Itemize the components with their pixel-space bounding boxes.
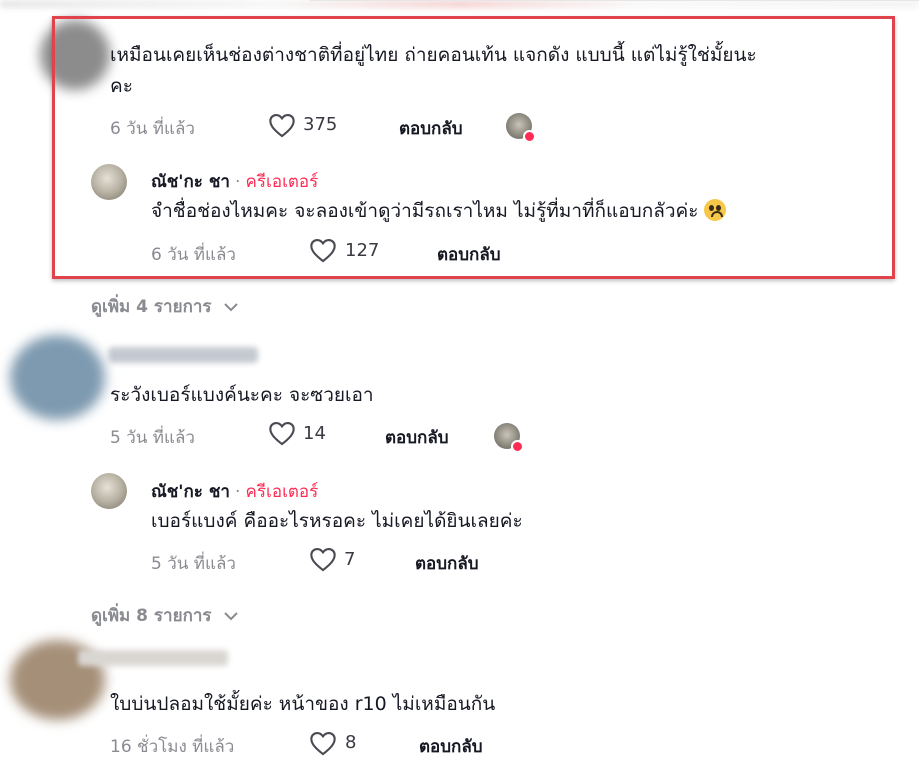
creator-badge: ครีเอเตอร์ [245, 482, 319, 502]
view-more-replies[interactable]: ดูเพิ่ม 4 รายการ [91, 293, 239, 320]
reply-author-name: ณัช'กะ ชา [151, 482, 230, 502]
chevron-down-icon [223, 612, 238, 621]
like-count: 8 [345, 732, 357, 753]
heart-icon[interactable] [309, 730, 337, 760]
divider [310, 0, 919, 1]
view-more-label: ดูเพิ่ม 8 รายการ [91, 606, 212, 626]
reply-author[interactable]: ณัช'กะ ชา · ครีเอเตอร์ [151, 478, 318, 505]
like-count: 14 [303, 423, 326, 444]
creator-liked-avatar-icon [494, 423, 524, 453]
commenter-name-blurred [78, 650, 228, 666]
reply-button[interactable]: ตอบกลับ [385, 424, 449, 451]
comment-text: ใบบ่นปลอมใช้มั้ยค่ะ หน้าของ r10 ไม่เหมือ… [110, 693, 496, 715]
avatar[interactable] [10, 335, 105, 420]
reply-text: เบอร์แบงค์ คืออะไรหรอคะ ไม่เคยได้ยินเลยค… [151, 510, 523, 532]
blurred-top-strip [0, 0, 919, 8]
comment-text: ระวังเบอร์แบงค์นะคะ จะซวยเอา [110, 384, 374, 406]
heart-icon[interactable] [268, 420, 296, 450]
comment-time: 5 วัน ที่แล้ว [110, 428, 195, 448]
chevron-down-icon [223, 303, 238, 312]
avatar[interactable] [91, 473, 127, 509]
comment-time: 16 ชั่วโมง ที่แล้ว [110, 737, 235, 757]
view-more-replies[interactable]: ดูเพิ่ม 8 รายการ [91, 602, 239, 629]
heart-icon[interactable] [309, 546, 337, 576]
separator: · [235, 482, 241, 502]
view-more-label: ดูเพิ่ม 4 รายการ [91, 297, 212, 317]
highlight-box [52, 16, 895, 279]
like-count: 7 [344, 549, 356, 570]
commenter-name-blurred [108, 347, 258, 363]
reply-button[interactable]: ตอบกลับ [419, 733, 483, 760]
reply-button[interactable]: ตอบกลับ [415, 550, 479, 577]
reply-time: 5 วัน ที่แล้ว [151, 554, 236, 574]
